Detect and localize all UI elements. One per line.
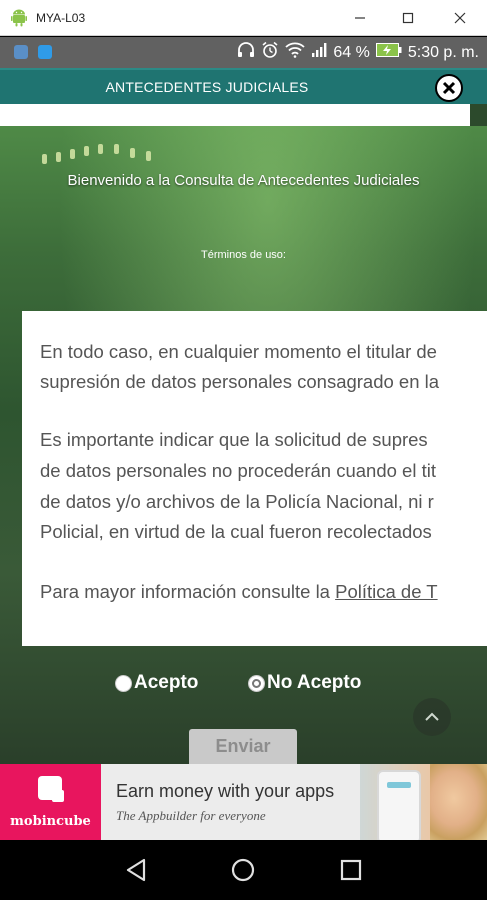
app-header: ANTECEDENTES JUDICIALES [0, 68, 487, 104]
back-button[interactable] [120, 854, 152, 886]
headphones-icon [237, 42, 255, 63]
mobincube-mark-icon [38, 776, 64, 802]
emulator-frame: MYA-L03 64 % 5:30 p. m. ANTECEDENTES JUD… [0, 0, 487, 900]
welcome-text: Bienvenido a la Consulta de Antecedentes… [67, 172, 420, 189]
decline-label: No Acepto [267, 672, 362, 693]
android-icon [11, 9, 27, 27]
recents-square-icon [340, 859, 362, 881]
accept-label: Acepto [134, 672, 199, 693]
window-title: MYA-L03 [36, 10, 86, 25]
ceiling-lights-decoration [42, 142, 162, 166]
accept-radio[interactable]: Acepto [115, 672, 198, 694]
home-button[interactable] [227, 854, 259, 886]
terms-line: de datos personales no procederán cuando… [40, 460, 436, 481]
home-circle-icon [231, 858, 255, 882]
window-close-button[interactable] [436, 0, 484, 36]
status-time: 5:30 p. m. [407, 43, 479, 61]
android-nav-bar [0, 840, 487, 900]
terms-label: Términos de uso: [201, 249, 286, 261]
back-triangle-icon [126, 858, 146, 882]
maximize-button[interactable] [384, 0, 432, 36]
ad-banner[interactable]: mobincube Earn money with your apps The … [0, 764, 487, 840]
battery-charging-icon [375, 43, 402, 62]
terms-line: supresión de datos personales consagrado… [40, 371, 440, 392]
signal-icon [311, 42, 327, 63]
terms-text-box[interactable]: En todo caso, en cualquier momento el ti… [22, 311, 487, 646]
radio-circle-icon [115, 674, 132, 692]
submit-button[interactable]: Enviar [189, 729, 297, 764]
mobincube-logo: mobincube [0, 764, 101, 840]
decline-radio[interactable]: No Acepto [248, 672, 361, 694]
terms-choice: Acepto No Acepto [0, 672, 487, 702]
more-info-prefix: Para mayor información consulte la [40, 581, 336, 602]
android-status-bar: 64 % 5:30 p. m. [0, 37, 487, 68]
close-icon [442, 81, 456, 95]
radio-circle-icon [248, 674, 265, 692]
window-titlebar: MYA-L03 [0, 0, 487, 36]
ad-headline: Earn money with your apps [116, 781, 335, 801]
ad-subline: The Appbuilder for everyone [116, 808, 266, 823]
app-screen: ANTECEDENTES JUDICIALES Bienvenido a la … [0, 68, 487, 764]
terms-line: de datos y/o archivos de la Policía Naci… [40, 491, 434, 512]
terms-line: Es importante indicar que la solicitud d… [40, 429, 428, 450]
more-info-text: Para mayor información consulte la Polít… [40, 577, 438, 607]
terms-line: Policial, en virtud de la cual fueron re… [40, 521, 432, 542]
page-title: ANTECEDENTES JUDICIALES [105, 79, 309, 95]
chevron-up-icon [425, 712, 439, 721]
ad-person-image [430, 764, 487, 840]
terms-line: En todo caso, en cualquier momento el ti… [40, 341, 437, 362]
wifi-icon [285, 42, 305, 63]
privacy-policy-link[interactable]: Política de T [335, 581, 438, 602]
app-notification-icon [38, 45, 52, 59]
compass-icon [14, 45, 28, 59]
alarm-icon [261, 41, 279, 64]
close-button[interactable] [435, 74, 463, 102]
header-spacer [0, 104, 470, 126]
ad-brand: mobincube [10, 814, 91, 829]
scroll-to-top-button[interactable] [413, 698, 451, 736]
recents-button[interactable] [335, 854, 367, 886]
battery-percent: 64 % [333, 43, 370, 61]
ad-phone-image [377, 770, 421, 840]
minimize-button[interactable] [336, 0, 384, 36]
